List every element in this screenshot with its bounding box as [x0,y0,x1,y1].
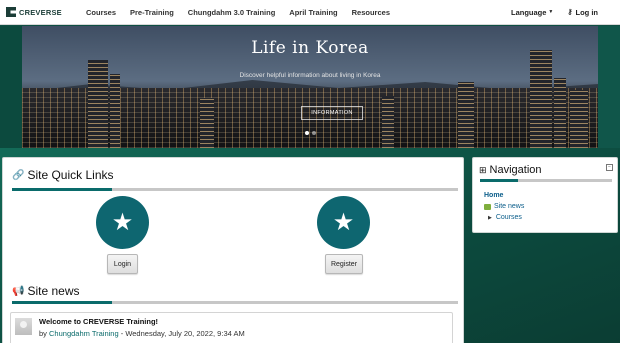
logo-text: CREVERSE [19,7,62,17]
nav-link-april-training[interactable]: April Training [289,8,337,17]
login-button[interactable]: Login [107,254,138,274]
site-logo[interactable]: CREVERSE [6,7,72,17]
navigation-block: ⊞ Navigation − Home Site news ▶ Courses [472,157,618,233]
hero-information-button[interactable]: INFORMATION [301,106,363,120]
news-post-meta: by Chungdahm Training - Wednesday, July … [39,329,245,338]
news-post-by: by [39,329,47,338]
navigation-divider [480,179,612,182]
logo-mark-icon [6,7,16,17]
caret-down-icon: ▼ [548,9,554,15]
login-link[interactable]: ⚷ Log in [567,8,598,17]
key-icon: ⚷ [567,9,573,16]
hero-building [200,98,214,148]
hero-building [382,96,394,148]
news-post: Welcome to CREVERSE Training! by Chungda… [10,312,453,343]
carousel-dot[interactable] [311,131,316,135]
site-news-divider [12,301,458,304]
login-star-icon[interactable]: ★ [96,196,149,249]
carousel-dot[interactable] [304,131,309,135]
site-news-title: Site news [27,284,80,298]
megaphone-icon: 📢 [12,285,25,297]
navigation-heading: ⊞ Navigation [479,164,542,176]
collapse-icon[interactable]: − [606,164,613,171]
sitemap-icon: ⊞ [479,164,487,175]
navigation-title: Navigation [489,164,542,176]
top-navbar: CREVERSE Courses Pre-Training Chungdahm … [0,0,620,25]
hero-building [570,90,588,148]
hero-building [554,78,566,148]
language-menu[interactable]: Language ▼ [511,8,553,17]
link-icon: 🔗 [12,169,25,181]
quick-links-title: Site Quick Links [27,168,114,182]
language-label: Language [510,7,547,17]
hero-carousel: Life in Korea Discover helpful informati… [22,26,598,148]
nav-tree-courses[interactable]: ▶ Courses [488,214,522,221]
nav-link-courses[interactable]: Courses [86,8,116,17]
triangle-right-icon: ▶ [488,214,492,221]
quick-links-heading: 🔗 Site Quick Links [12,168,114,182]
news-post-title: Welcome to CREVERSE Training! [39,317,159,326]
nav-tree-courses-label: Courses [495,214,522,221]
hero-building [110,74,120,148]
hero-title: Life in Korea [251,38,369,58]
site-news-heading: 📢 Site news [12,284,79,298]
primary-nav: Courses Pre-Training Chungdahm 3.0 Train… [72,8,390,17]
nav-tree-home[interactable]: Home [484,192,503,199]
register-button[interactable]: Register [325,254,363,274]
hero-subtitle: Discover helpful information about livin… [239,72,381,79]
avatar[interactable] [15,318,32,335]
forum-icon [484,203,491,210]
news-post-author[interactable]: Chungdahm Training [49,329,119,338]
quick-links-divider [12,188,458,191]
nav-tree-site-news-label: Site news [494,203,525,210]
register-star-icon[interactable]: ★ [317,196,370,249]
login-label: Log in [575,7,599,17]
nav-link-pre-training[interactable]: Pre-Training [130,8,174,17]
carousel-indicators [22,131,598,135]
nav-link-resources[interactable]: Resources [352,8,390,17]
nav-tree-site-news[interactable]: Site news [484,203,524,210]
navbar-right: Language ▼ ⚷ Log in [511,8,598,17]
nav-link-chungdahm-training[interactable]: Chungdahm 3.0 Training [188,8,276,17]
hero-building [458,82,474,148]
news-post-date: - Wednesday, July 20, 2022, 9:34 AM [118,329,245,338]
